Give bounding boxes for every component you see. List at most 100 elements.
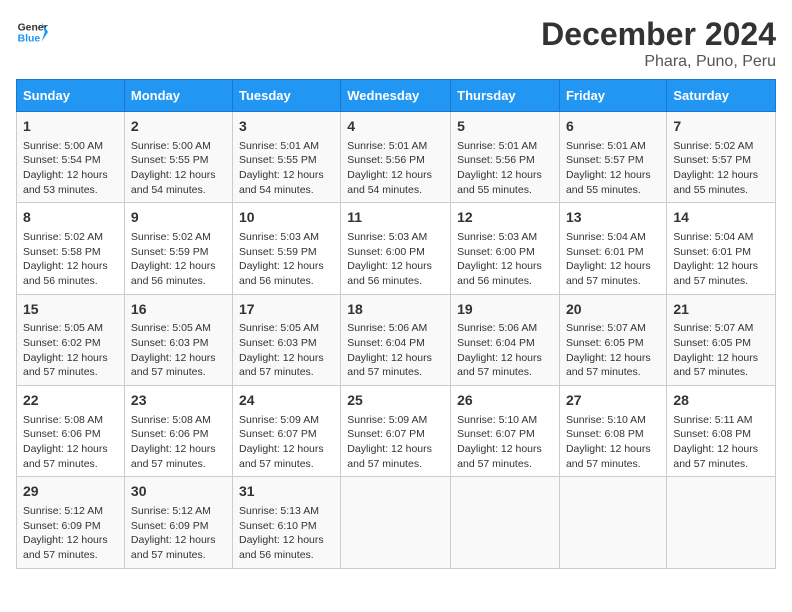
calendar-cell: 29Sunrise: 5:12 AMSunset: 6:09 PMDayligh… [17, 477, 125, 568]
day-info: Sunrise: 5:09 AMSunset: 6:07 PMDaylight:… [239, 413, 334, 472]
calendar-cell: 26Sunrise: 5:10 AMSunset: 6:07 PMDayligh… [451, 386, 560, 477]
day-info: Sunrise: 5:02 AMSunset: 5:57 PMDaylight:… [673, 139, 769, 198]
calendar-cell: 9Sunrise: 5:02 AMSunset: 5:59 PMDaylight… [124, 203, 232, 294]
day-info: Sunrise: 5:12 AMSunset: 6:09 PMDaylight:… [23, 504, 118, 563]
day-number: 25 [347, 391, 444, 411]
day-number: 22 [23, 391, 118, 411]
calendar-cell: 17Sunrise: 5:05 AMSunset: 6:03 PMDayligh… [232, 294, 340, 385]
day-info: Sunrise: 5:13 AMSunset: 6:10 PMDaylight:… [239, 504, 334, 563]
day-info: Sunrise: 5:08 AMSunset: 6:06 PMDaylight:… [23, 413, 118, 472]
day-info: Sunrise: 5:02 AMSunset: 5:59 PMDaylight:… [131, 230, 226, 289]
calendar-cell: 3Sunrise: 5:01 AMSunset: 5:55 PMDaylight… [232, 112, 340, 203]
day-number: 14 [673, 208, 769, 228]
title-area: December 2024 Phara, Puno, Peru [541, 16, 776, 71]
day-number: 30 [131, 482, 226, 502]
day-info: Sunrise: 5:03 AMSunset: 6:00 PMDaylight:… [457, 230, 553, 289]
calendar-cell: 10Sunrise: 5:03 AMSunset: 5:59 PMDayligh… [232, 203, 340, 294]
day-info: Sunrise: 5:01 AMSunset: 5:57 PMDaylight:… [566, 139, 660, 198]
day-number: 4 [347, 117, 444, 137]
day-number: 24 [239, 391, 334, 411]
col-wednesday: Wednesday [341, 80, 451, 112]
day-info: Sunrise: 5:09 AMSunset: 6:07 PMDaylight:… [347, 413, 444, 472]
calendar-cell: 5Sunrise: 5:01 AMSunset: 5:56 PMDaylight… [451, 112, 560, 203]
calendar-cell: 30Sunrise: 5:12 AMSunset: 6:09 PMDayligh… [124, 477, 232, 568]
day-number: 12 [457, 208, 553, 228]
calendar-week-5: 29Sunrise: 5:12 AMSunset: 6:09 PMDayligh… [17, 477, 776, 568]
day-info: Sunrise: 5:06 AMSunset: 6:04 PMDaylight:… [457, 321, 553, 380]
day-info: Sunrise: 5:10 AMSunset: 6:08 PMDaylight:… [566, 413, 660, 472]
day-info: Sunrise: 5:03 AMSunset: 6:00 PMDaylight:… [347, 230, 444, 289]
logo: General Blue [16, 16, 48, 48]
month-title: December 2024 [541, 16, 776, 53]
day-info: Sunrise: 5:01 AMSunset: 5:56 PMDaylight:… [347, 139, 444, 198]
day-number: 21 [673, 300, 769, 320]
calendar-cell: 14Sunrise: 5:04 AMSunset: 6:01 PMDayligh… [667, 203, 776, 294]
day-number: 2 [131, 117, 226, 137]
day-number: 5 [457, 117, 553, 137]
day-number: 7 [673, 117, 769, 137]
calendar-cell: 15Sunrise: 5:05 AMSunset: 6:02 PMDayligh… [17, 294, 125, 385]
day-info: Sunrise: 5:05 AMSunset: 6:02 PMDaylight:… [23, 321, 118, 380]
day-number: 18 [347, 300, 444, 320]
calendar-cell [559, 477, 666, 568]
calendar-week-3: 15Sunrise: 5:05 AMSunset: 6:02 PMDayligh… [17, 294, 776, 385]
day-number: 28 [673, 391, 769, 411]
day-number: 1 [23, 117, 118, 137]
day-number: 31 [239, 482, 334, 502]
day-info: Sunrise: 5:11 AMSunset: 6:08 PMDaylight:… [673, 413, 769, 472]
calendar-cell: 11Sunrise: 5:03 AMSunset: 6:00 PMDayligh… [341, 203, 451, 294]
calendar-cell: 2Sunrise: 5:00 AMSunset: 5:55 PMDaylight… [124, 112, 232, 203]
calendar-cell: 13Sunrise: 5:04 AMSunset: 6:01 PMDayligh… [559, 203, 666, 294]
day-number: 23 [131, 391, 226, 411]
day-number: 9 [131, 208, 226, 228]
calendar-cell: 23Sunrise: 5:08 AMSunset: 6:06 PMDayligh… [124, 386, 232, 477]
calendar-cell: 31Sunrise: 5:13 AMSunset: 6:10 PMDayligh… [232, 477, 340, 568]
day-info: Sunrise: 5:07 AMSunset: 6:05 PMDaylight:… [566, 321, 660, 380]
day-number: 20 [566, 300, 660, 320]
calendar-cell [667, 477, 776, 568]
logo-icon: General Blue [16, 16, 48, 48]
day-number: 17 [239, 300, 334, 320]
day-number: 16 [131, 300, 226, 320]
calendar-cell: 6Sunrise: 5:01 AMSunset: 5:57 PMDaylight… [559, 112, 666, 203]
calendar-cell: 4Sunrise: 5:01 AMSunset: 5:56 PMDaylight… [341, 112, 451, 203]
day-info: Sunrise: 5:05 AMSunset: 6:03 PMDaylight:… [131, 321, 226, 380]
day-number: 15 [23, 300, 118, 320]
calendar-cell: 1Sunrise: 5:00 AMSunset: 5:54 PMDaylight… [17, 112, 125, 203]
svg-text:Blue: Blue [18, 34, 41, 45]
day-number: 13 [566, 208, 660, 228]
day-number: 26 [457, 391, 553, 411]
calendar-week-4: 22Sunrise: 5:08 AMSunset: 6:06 PMDayligh… [17, 386, 776, 477]
day-info: Sunrise: 5:02 AMSunset: 5:58 PMDaylight:… [23, 230, 118, 289]
day-number: 6 [566, 117, 660, 137]
calendar-cell [451, 477, 560, 568]
day-number: 3 [239, 117, 334, 137]
day-info: Sunrise: 5:00 AMSunset: 5:55 PMDaylight:… [131, 139, 226, 198]
calendar-week-1: 1Sunrise: 5:00 AMSunset: 5:54 PMDaylight… [17, 112, 776, 203]
day-number: 8 [23, 208, 118, 228]
day-number: 27 [566, 391, 660, 411]
day-info: Sunrise: 5:06 AMSunset: 6:04 PMDaylight:… [347, 321, 444, 380]
col-thursday: Thursday [451, 80, 560, 112]
col-friday: Friday [559, 80, 666, 112]
calendar-cell: 28Sunrise: 5:11 AMSunset: 6:08 PMDayligh… [667, 386, 776, 477]
calendar-cell: 24Sunrise: 5:09 AMSunset: 6:07 PMDayligh… [232, 386, 340, 477]
header: General Blue December 2024 Phara, Puno, … [16, 16, 776, 71]
day-number: 11 [347, 208, 444, 228]
header-row: Sunday Monday Tuesday Wednesday Thursday… [17, 80, 776, 112]
col-monday: Monday [124, 80, 232, 112]
calendar-cell: 18Sunrise: 5:06 AMSunset: 6:04 PMDayligh… [341, 294, 451, 385]
day-info: Sunrise: 5:00 AMSunset: 5:54 PMDaylight:… [23, 139, 118, 198]
day-info: Sunrise: 5:07 AMSunset: 6:05 PMDaylight:… [673, 321, 769, 380]
day-info: Sunrise: 5:01 AMSunset: 5:56 PMDaylight:… [457, 139, 553, 198]
calendar-cell: 21Sunrise: 5:07 AMSunset: 6:05 PMDayligh… [667, 294, 776, 385]
col-sunday: Sunday [17, 80, 125, 112]
col-saturday: Saturday [667, 80, 776, 112]
calendar-cell: 27Sunrise: 5:10 AMSunset: 6:08 PMDayligh… [559, 386, 666, 477]
calendar-cell: 25Sunrise: 5:09 AMSunset: 6:07 PMDayligh… [341, 386, 451, 477]
day-info: Sunrise: 5:12 AMSunset: 6:09 PMDaylight:… [131, 504, 226, 563]
calendar-table: Sunday Monday Tuesday Wednesday Thursday… [16, 79, 776, 569]
calendar-cell: 22Sunrise: 5:08 AMSunset: 6:06 PMDayligh… [17, 386, 125, 477]
day-info: Sunrise: 5:10 AMSunset: 6:07 PMDaylight:… [457, 413, 553, 472]
calendar-cell [341, 477, 451, 568]
